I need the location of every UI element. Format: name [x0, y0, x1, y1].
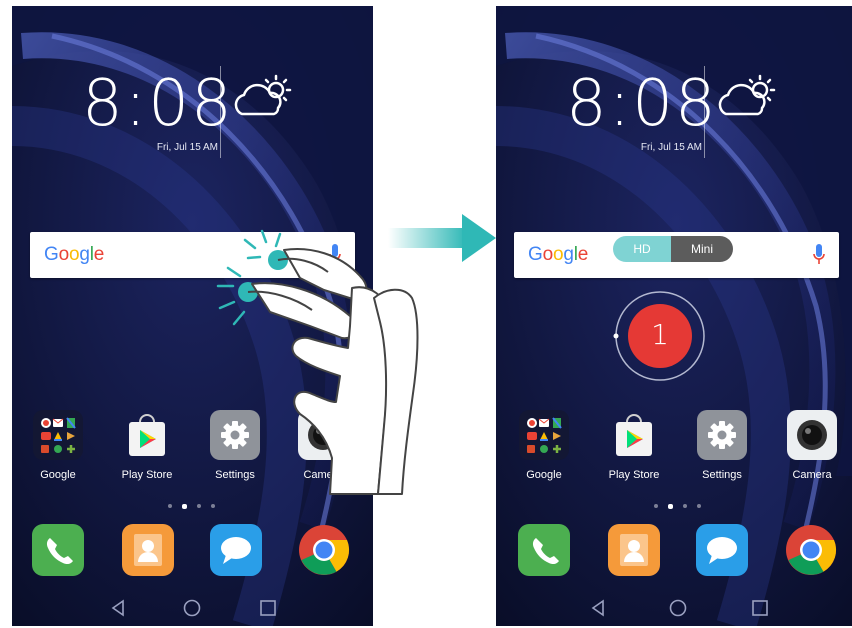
- chrome-icon[interactable]: [785, 524, 837, 576]
- phone-icon[interactable]: [32, 524, 84, 576]
- messages-icon[interactable]: [210, 524, 262, 576]
- app-label: Google: [526, 469, 562, 481]
- page-dot: [654, 504, 658, 508]
- dock: [496, 524, 852, 584]
- app-label: Play Store: [121, 469, 173, 481]
- google-logo: Google: [528, 244, 588, 266]
- app-google[interactable]: Google: [22, 410, 94, 481]
- clock-divider: [220, 66, 221, 158]
- navigation-bar: [496, 590, 852, 626]
- recents-icon[interactable]: [750, 598, 770, 618]
- google-folder-icon: [519, 410, 569, 460]
- clock-date: Fri, Jul 15 AM: [640, 142, 702, 153]
- settings-gear-icon: [697, 410, 747, 460]
- home-icon[interactable]: [182, 598, 202, 618]
- clock-time: 8:08: [82, 67, 234, 141]
- app-label: Camera: [792, 469, 832, 481]
- page-dot: [683, 504, 687, 508]
- page-dot-active: [668, 503, 673, 509]
- home-icon[interactable]: [668, 598, 688, 618]
- recording-quality-toggle[interactable]: HD Mini: [613, 236, 733, 262]
- google-logo: Google: [44, 244, 104, 266]
- page-dot: [697, 504, 701, 508]
- transition-arrow-icon: [388, 214, 496, 262]
- weather-cloud-sun-icon: [718, 74, 776, 116]
- back-icon[interactable]: [588, 598, 608, 618]
- microphone-icon[interactable]: [813, 244, 825, 266]
- contacts-icon[interactable]: [122, 524, 174, 576]
- hd-option[interactable]: HD: [613, 236, 671, 262]
- double-knuckle-tap-gesture-illustration: [216, 229, 419, 495]
- mini-option[interactable]: Mini: [671, 236, 733, 262]
- phone-icon[interactable]: [518, 524, 570, 576]
- app-label: Settings: [702, 469, 742, 481]
- contacts-icon[interactable]: [608, 524, 660, 576]
- clock-date: Fri, Jul 15 AM: [156, 142, 218, 153]
- google-logo-text: Google: [44, 244, 105, 265]
- phone-screen-after: 8:08 Fri, Jul 15 AM Google HD Mini 1 Goo…: [496, 6, 852, 626]
- app-play-store[interactable]: Play Store: [111, 410, 183, 481]
- app-label: Google: [40, 469, 76, 481]
- play-store-icon: [609, 410, 659, 460]
- google-folder-icon: [33, 410, 83, 460]
- app-settings[interactable]: Settings: [686, 410, 758, 481]
- google-logo-text: Google: [528, 244, 589, 265]
- app-google[interactable]: Google: [508, 410, 580, 481]
- dock: [12, 524, 373, 584]
- app-label: Play Store: [608, 469, 660, 481]
- clock-divider: [704, 66, 705, 158]
- countdown-number: 1: [651, 318, 669, 351]
- back-icon[interactable]: [108, 598, 128, 618]
- recording-countdown: 1: [608, 284, 712, 388]
- messages-icon[interactable]: [696, 524, 748, 576]
- app-camera[interactable]: Camera: [776, 410, 848, 481]
- navigation-bar: [12, 590, 373, 626]
- weather-cloud-sun-icon: [234, 74, 292, 116]
- camera-icon: [787, 410, 837, 460]
- page-dot: [168, 504, 172, 508]
- app-row: Google Play Store Settings Camera: [496, 410, 852, 500]
- page-dot-active: [182, 503, 187, 509]
- recents-icon[interactable]: [258, 598, 278, 618]
- page-indicator: [496, 503, 852, 510]
- app-play-store[interactable]: Play Store: [598, 410, 670, 481]
- clock-time: 8:08: [566, 67, 718, 141]
- play-store-icon: [122, 410, 172, 460]
- chrome-icon[interactable]: [298, 524, 350, 576]
